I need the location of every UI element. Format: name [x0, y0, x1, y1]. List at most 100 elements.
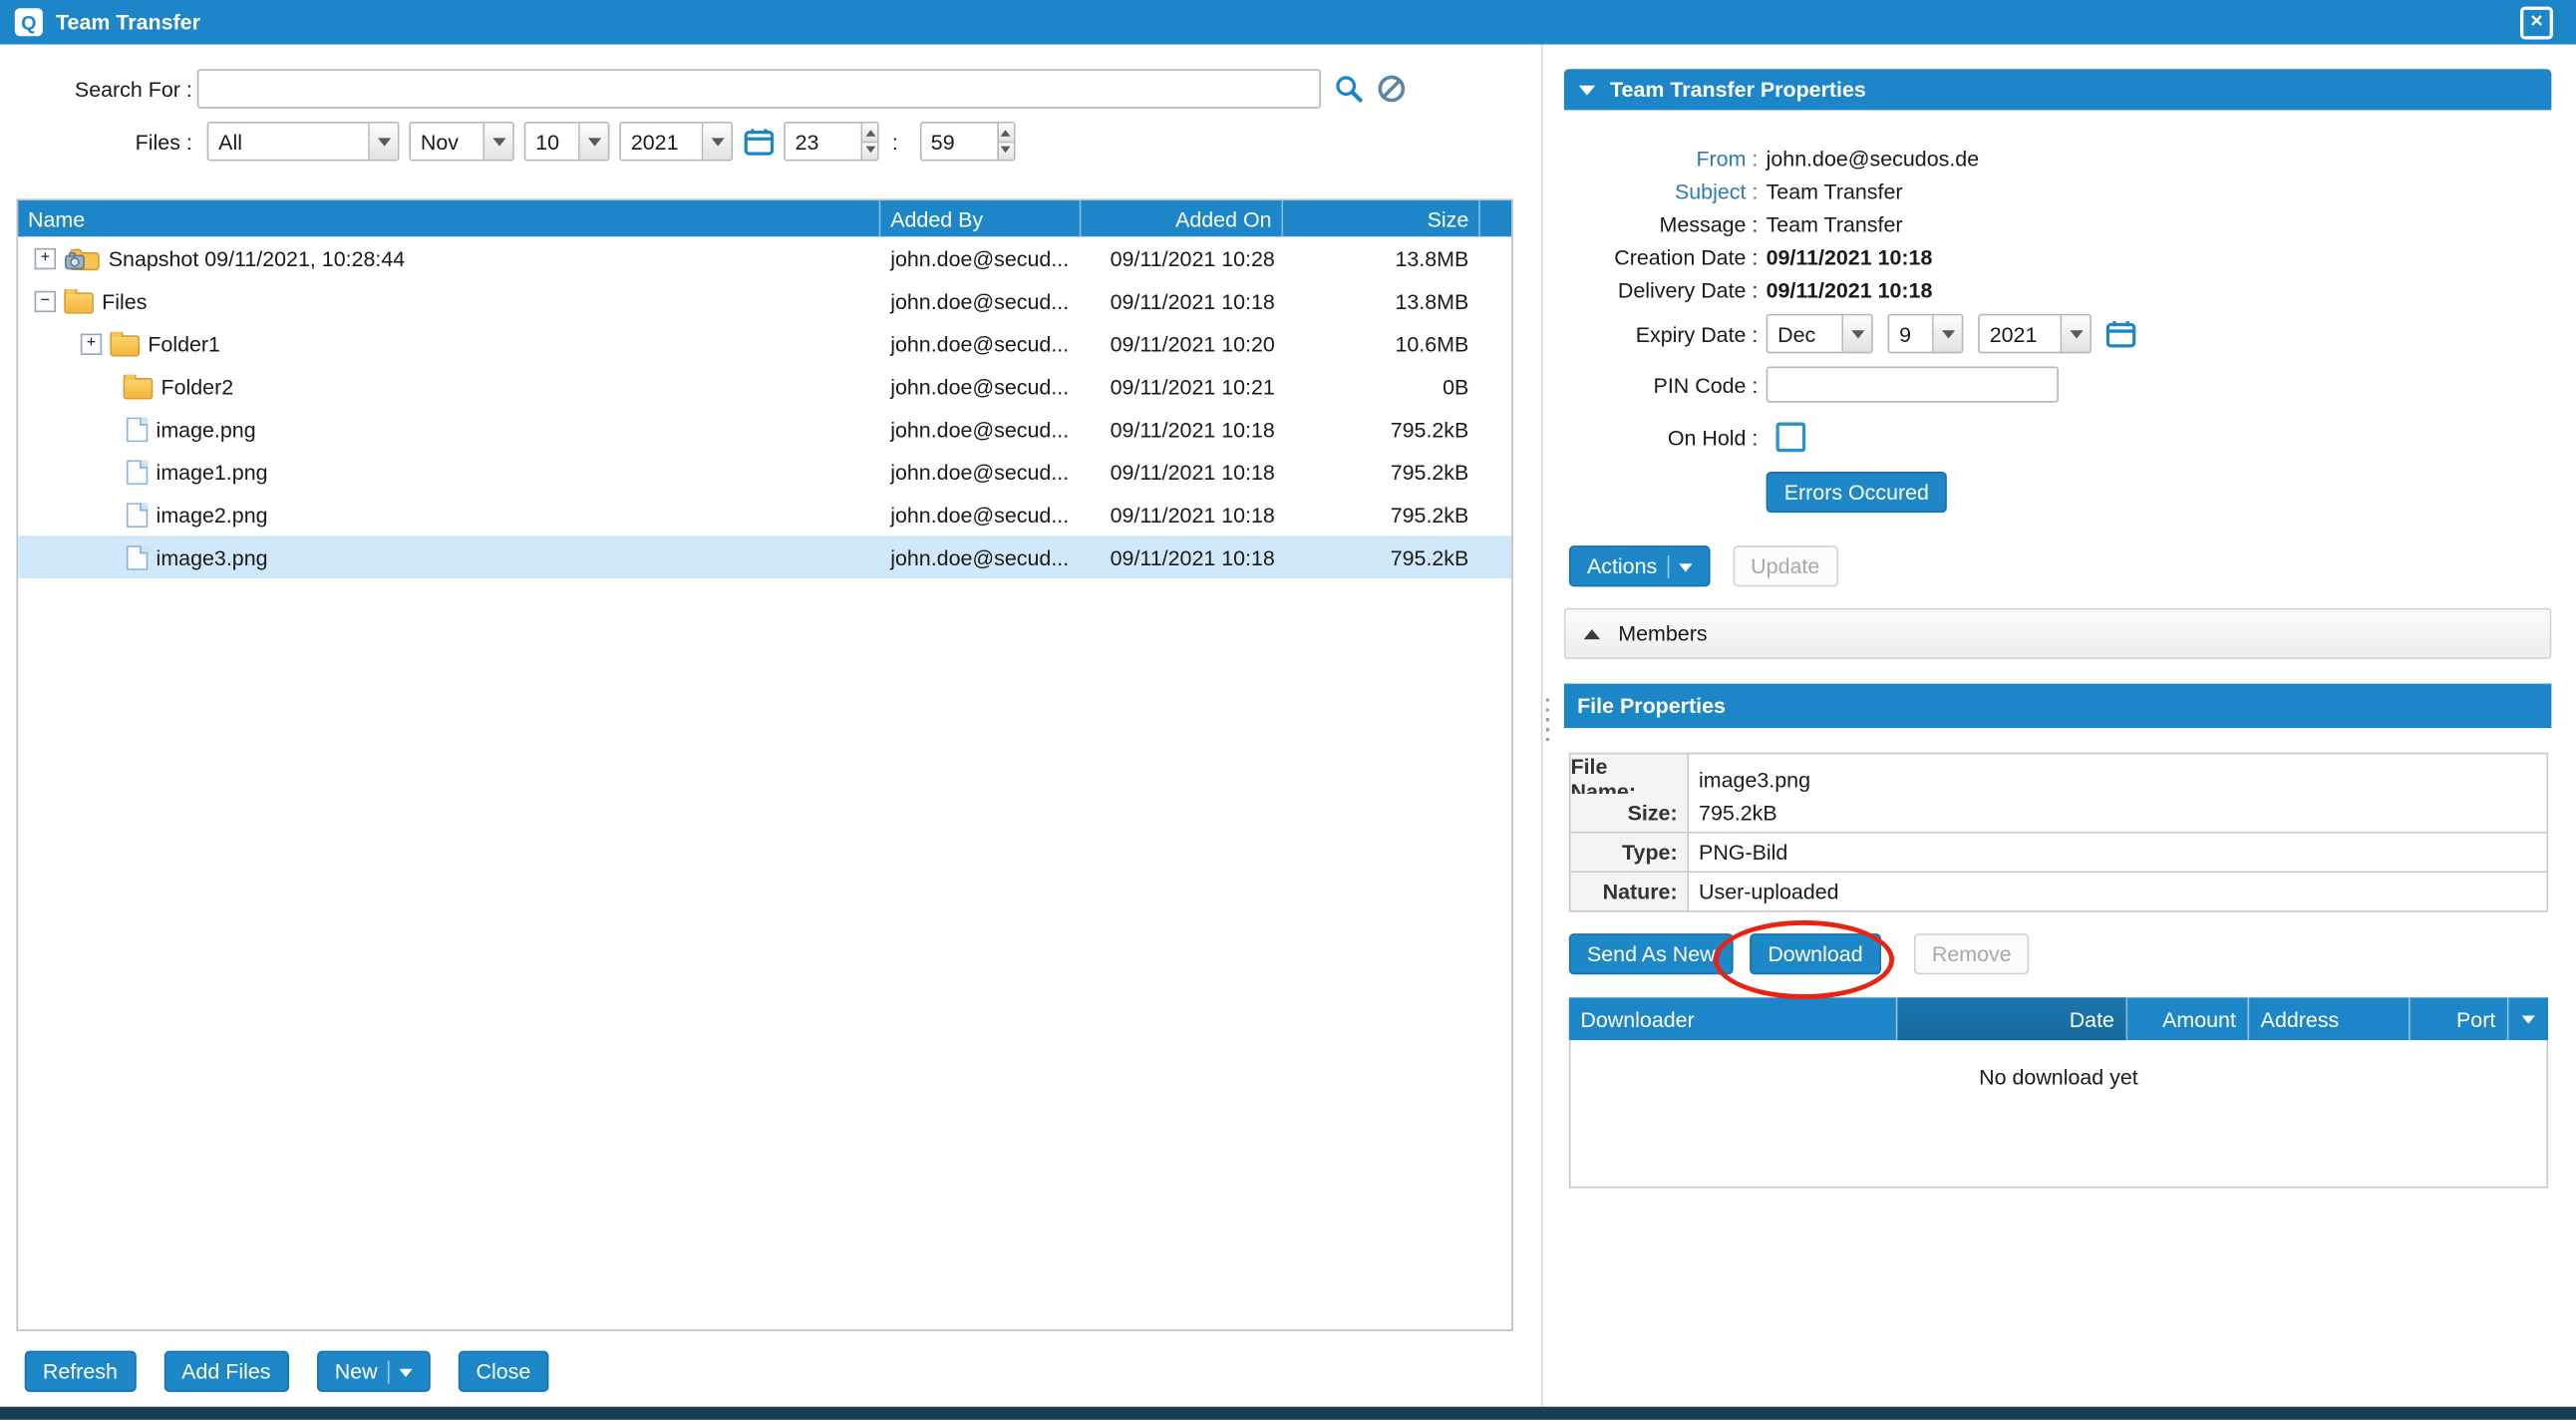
property-label: Size: [1570, 794, 1689, 832]
day-select[interactable]: 10 [524, 122, 610, 162]
column-header-size[interactable]: Size [1283, 200, 1480, 236]
search-input[interactable] [197, 69, 1321, 109]
delivery-date-label: Delivery Date : [1564, 277, 1758, 302]
collapse-icon[interactable]: − [35, 290, 56, 311]
file-type-select[interactable]: All [207, 122, 400, 162]
added-by: john.doe@secud... [880, 544, 1081, 569]
table-row[interactable]: + Snapshot 09/11/2021, 10:28:44 john.doe… [18, 236, 1511, 279]
column-header-spacer [1480, 200, 1511, 236]
window-title: Team Transfer [56, 10, 200, 35]
expiry-day-select[interactable]: 9 [1888, 314, 1964, 354]
close-window-button[interactable]: ✕ [2520, 6, 2553, 39]
expiry-date-label: Expiry Date : [1564, 321, 1758, 346]
column-header-amount[interactable]: Amount [2127, 997, 2249, 1040]
files-filter-label: Files : [16, 129, 191, 154]
chevron-down-icon [368, 124, 398, 160]
size: 13.8MB [1283, 245, 1480, 270]
errors-occured-button[interactable]: Errors Occured [1767, 472, 1948, 513]
message-value: Team Transfer [1767, 211, 1903, 236]
members-section-toggle[interactable]: Members [1564, 608, 2551, 659]
year-select[interactable]: 2021 [619, 122, 733, 162]
calendar-icon[interactable] [2106, 320, 2136, 348]
chevron-down-icon [2061, 315, 2091, 351]
expand-icon[interactable]: + [35, 247, 56, 268]
properties-panel-header[interactable]: Team Transfer Properties [1564, 69, 2551, 110]
month-select[interactable]: Nov [409, 122, 513, 162]
column-header-port[interactable]: Port [2411, 997, 2509, 1040]
column-header-added-by[interactable]: Added By [880, 200, 1081, 236]
column-header-name[interactable]: Name [18, 200, 880, 236]
from-value: john.doe@secudos.de [1767, 146, 1980, 171]
table-row[interactable]: − Files john.doe@secud... 09/11/2021 10:… [18, 279, 1511, 322]
file-name: Files [102, 288, 147, 313]
spinner-down-icon[interactable] [862, 143, 877, 160]
close-button[interactable]: Close [458, 1351, 548, 1392]
search-label: Search For : [16, 77, 191, 102]
size: 0B [1283, 374, 1480, 399]
on-hold-checkbox[interactable] [1775, 423, 1805, 453]
file-icon [127, 417, 148, 442]
new-button[interactable]: New [317, 1351, 431, 1392]
pin-code-field[interactable] [1767, 367, 2059, 403]
on-hold-label: On Hold : [1564, 425, 1758, 450]
added-on: 09/11/2021 10:18 [1081, 288, 1283, 313]
refresh-button[interactable]: Refresh [25, 1351, 136, 1392]
column-header-date[interactable]: Date [1897, 997, 2127, 1040]
table-row[interactable]: image.png john.doe@secud... 09/11/2021 1… [18, 408, 1511, 451]
spinner-down-icon[interactable] [998, 143, 1013, 160]
file-name: Folder2 [161, 374, 234, 399]
spinner-up-icon[interactable] [998, 124, 1013, 143]
minute-stepper[interactable] [919, 122, 1015, 162]
added-by: john.doe@secud... [880, 374, 1081, 399]
property-row: Size: 795.2kB [1570, 794, 2546, 834]
added-on: 09/11/2021 10:18 [1081, 460, 1283, 485]
filter-row: Files : All Nov 10 2021 : [16, 122, 1014, 162]
subject-label: Subject : [1564, 178, 1758, 203]
added-by: john.doe@secud... [880, 502, 1081, 527]
file-name: Snapshot 09/11/2021, 10:28:44 [109, 245, 405, 270]
column-header-added-on[interactable]: Added On [1081, 200, 1283, 236]
file-name: image2.png [157, 502, 268, 527]
minute-input[interactable] [921, 124, 997, 160]
calendar-icon[interactable] [745, 128, 775, 156]
added-on: 09/11/2021 10:18 [1081, 502, 1283, 527]
download-button[interactable]: Download [1750, 933, 1881, 974]
message-label: Message : [1564, 211, 1758, 236]
column-header-address[interactable]: Address [2249, 997, 2411, 1040]
column-header-downloader[interactable]: Downloader [1569, 997, 1898, 1040]
search-icon[interactable] [1334, 74, 1364, 104]
table-row[interactable]: + Folder1 john.doe@secud... 09/11/2021 1… [18, 322, 1511, 365]
add-files-button[interactable]: Add Files [163, 1351, 289, 1392]
remove-button: Remove [1914, 933, 2030, 974]
spinner-up-icon[interactable] [862, 124, 877, 143]
column-menu-button[interactable] [2508, 997, 2548, 1040]
table-row-selected[interactable]: image3.png john.doe@secud... 09/11/2021 … [18, 535, 1511, 578]
titlebar: Q Team Transfer ✕ [0, 0, 2576, 44]
hour-stepper[interactable] [784, 122, 879, 162]
table-row[interactable]: Folder2 john.doe@secud... 09/11/2021 10:… [18, 365, 1511, 408]
table-row[interactable]: image2.png john.doe@secud... 09/11/2021 … [18, 493, 1511, 535]
hour-input[interactable] [786, 124, 861, 160]
table-row[interactable]: image1.png john.doe@secud... 09/11/2021 … [18, 451, 1511, 494]
added-on: 09/11/2021 10:28 [1081, 245, 1283, 270]
added-on: 09/11/2021 10:21 [1081, 374, 1283, 399]
update-button: Update [1733, 545, 1837, 586]
clear-search-icon[interactable] [1377, 74, 1407, 104]
property-label: Nature: [1570, 873, 1689, 910]
footer-buttons: Refresh Add Files New Close [25, 1351, 549, 1392]
send-as-new-button[interactable]: Send As New [1569, 933, 1734, 974]
expand-icon[interactable]: + [81, 333, 102, 354]
added-by: john.doe@secud... [880, 417, 1081, 442]
chevron-down-icon [399, 1368, 412, 1383]
property-row: File Name: image3.png [1570, 754, 2546, 794]
added-by: john.doe@secud... [880, 245, 1081, 270]
added-on: 09/11/2021 10:20 [1081, 331, 1283, 356]
expiry-year-select[interactable]: 2021 [1978, 314, 2092, 354]
app-logo-icon: Q [15, 8, 43, 36]
downloads-table: Downloader Date Amount Address Port No d… [1569, 997, 2548, 1188]
actions-button[interactable]: Actions [1569, 545, 1710, 586]
file-icon [127, 544, 148, 569]
panel-splitter[interactable] [1541, 44, 1554, 1406]
expiry-month-select[interactable]: Dec [1767, 314, 1873, 354]
properties-panel-title: Team Transfer Properties [1610, 77, 1866, 102]
